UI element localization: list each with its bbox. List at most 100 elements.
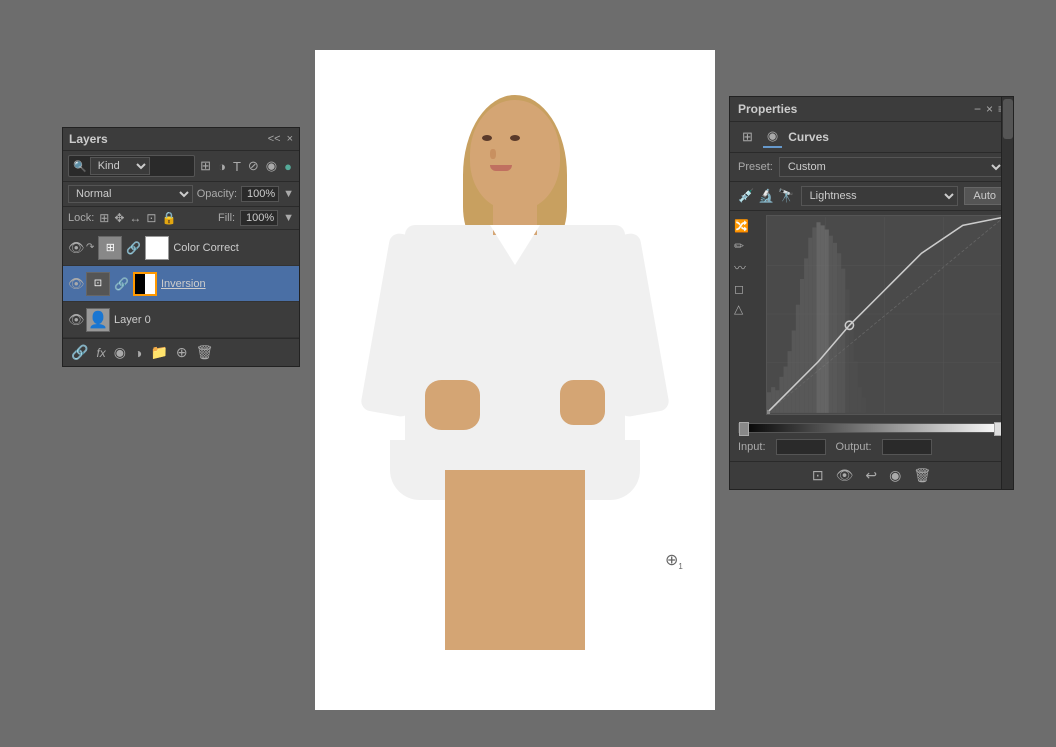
lock-icon-5[interactable]: 🔒 [161, 211, 176, 225]
input-value[interactable] [776, 439, 826, 455]
link-icon[interactable]: 🔗 [71, 344, 88, 361]
canvas-image[interactable]: ⊕1 [315, 50, 715, 710]
fill-input[interactable] [240, 210, 278, 226]
channel-tool-icons: 💉 🔬 🔭 [738, 188, 795, 204]
pixel-tab-icon[interactable]: ⊞ [738, 127, 757, 147]
reset-button[interactable]: ↩ [865, 467, 877, 484]
layers-panel-header: Layers << × [63, 128, 299, 151]
layer-icon-5[interactable]: ◉ [264, 157, 279, 175]
new-fill-layer-icon[interactable]: ◉ [114, 344, 126, 361]
output-slider-track[interactable] [738, 423, 1005, 433]
close-button[interactable]: × [986, 102, 993, 116]
eyedropper3-icon[interactable]: 🔭 [778, 188, 794, 204]
layers-list: 👁 ↷ ⊞ 🔗 Color Correct 👁 ⊡ 🔗 Inversion 👁 … [63, 230, 299, 338]
fx-icon[interactable]: fx [96, 346, 105, 360]
layer-icon-3[interactable]: T [231, 158, 243, 175]
new-layer-icon[interactable]: ⊕ [176, 344, 188, 361]
curves-svg [767, 216, 1004, 414]
scrollbar-handle[interactable] [1003, 99, 1013, 139]
eyedropper-icon[interactable]: 💉 [738, 188, 754, 204]
layer-image-thumb [133, 272, 157, 296]
layer-item[interactable]: 👁 👤 Layer 0 [63, 302, 299, 338]
layer-image-thumb: 👤 [86, 308, 110, 332]
adjustment-layer-icon[interactable]: ◑ [134, 345, 142, 361]
delete-adjustment-button[interactable]: 🗑 [913, 467, 931, 484]
lock-icon-3[interactable]: ↔ [129, 211, 141, 225]
io-row: Input: Output: [730, 437, 1013, 461]
curves-graph-area[interactable] [766, 215, 1005, 415]
layer-icon-2[interactable]: ◑ [216, 158, 228, 175]
layer-item[interactable]: 👁 ↷ ⊞ 🔗 Color Correct [63, 230, 299, 266]
visibility-icon[interactable]: 👁 [68, 276, 82, 292]
layers-header-icons: << × [268, 133, 293, 145]
minimize-button[interactable]: − [974, 102, 981, 116]
layer-icon-4[interactable]: ⊘ [246, 157, 261, 175]
layer-chain-icon[interactable]: 🔗 [126, 241, 141, 255]
lock-icon-2[interactable]: ✥ [114, 211, 124, 225]
layer-icon-6[interactable]: ● [282, 158, 294, 175]
eye-loop-button[interactable]: 👁 [836, 467, 854, 484]
channel-dropdown[interactable]: Lightness RGB Red Green Blue [801, 186, 959, 206]
left-hand [425, 380, 480, 430]
adjustment-tab-icon[interactable]: ◉ [763, 126, 782, 148]
lock-fill-row: Lock: ⊞ ✥ ↔ ⊡ 🔒 Fill: ▼ [63, 207, 299, 230]
input-label: Input: [738, 441, 766, 453]
curves-tool-5[interactable]: △ [734, 302, 749, 316]
visibility-icon[interactable]: 👁 [68, 240, 82, 256]
layer-item[interactable]: 👁 ⊡ 🔗 Inversion [63, 266, 299, 302]
eyedropper2-icon[interactable]: 🔬 [758, 188, 774, 204]
properties-header: Properties − × ≡ [730, 97, 1013, 122]
lock-icon-4[interactable]: ⊡ [146, 211, 156, 225]
visibility-toggle-button[interactable]: ◉ [889, 467, 901, 484]
kind-toolbar: 🔍 Kind ⊞ ◑ T ⊘ ◉ ● [63, 151, 299, 182]
auto-button[interactable]: Auto [964, 187, 1005, 205]
preset-dropdown[interactable]: Custom [779, 157, 1005, 177]
properties-scrollbar[interactable] [1001, 97, 1013, 489]
close-button[interactable]: × [287, 133, 293, 145]
curves-left-tools: 🔀 ✏ 〰 ◻ △ [734, 215, 749, 316]
layers-panel-footer: 🔗 fx ◉ ◑ 📁 ⊕ 🗑 [63, 338, 299, 366]
curves-tool-2[interactable]: ✏ [734, 239, 749, 253]
properties-tabs: ⊞ ◉ Curves [730, 122, 1013, 153]
opacity-input[interactable] [241, 186, 279, 202]
preset-row: Preset: Custom [730, 153, 1013, 182]
right-hand [560, 380, 605, 425]
curves-slider-row [730, 419, 1013, 437]
crosshair-cursor: ⊕1 [665, 550, 683, 571]
lock-label: Lock: [68, 212, 94, 224]
slider-handle-left[interactable] [739, 422, 749, 436]
opacity-row: Opacity: ▼ [197, 186, 294, 202]
properties-footer: ⊡ 👁 ↩ ◉ 🗑 [730, 461, 1013, 489]
channel-row: 💉 🔬 🔭 Lightness RGB Red Green Blue Auto [730, 182, 1013, 211]
layer-adjustment-thumb: ⊡ [86, 272, 110, 296]
layers-panel: Layers << × 🔍 Kind ⊞ ◑ T ⊘ ◉ ● Normal Op… [62, 127, 300, 367]
properties-title: Properties [738, 102, 797, 116]
layer-mask-thumb [145, 236, 169, 260]
curves-label: Curves [788, 130, 829, 144]
layer-arrow-icon: ↷ [86, 242, 94, 253]
delete-layer-icon[interactable]: 🗑 [196, 344, 214, 361]
layer-adjustment-thumb: ⊞ [98, 236, 122, 260]
legs [445, 470, 585, 650]
curves-tool-3[interactable]: 〰 [734, 259, 749, 276]
opacity-chevron[interactable]: ▼ [283, 188, 294, 200]
lock-icon-1[interactable]: ⊞ [99, 211, 109, 225]
fill-chevron[interactable]: ▼ [283, 212, 294, 224]
output-label: Output: [836, 441, 872, 453]
face-features [482, 135, 520, 171]
curves-tool-1[interactable]: 🔀 [734, 219, 749, 233]
group-layer-icon[interactable]: 📁 [150, 344, 167, 361]
kind-dropdown[interactable]: Kind [90, 157, 150, 175]
layer-name: Color Correct [173, 242, 294, 254]
curves-tool-4[interactable]: ◻ [734, 282, 749, 296]
collapse-button[interactable]: << [268, 133, 281, 145]
output-value[interactable] [882, 439, 932, 455]
visibility-icon[interactable]: 👁 [68, 312, 82, 328]
layer-icon-1[interactable]: ⊞ [198, 157, 213, 175]
mask-button[interactable]: ⊡ [812, 467, 824, 484]
curves-container: 🔀 ✏ 〰 ◻ △ [730, 215, 1013, 415]
layer-chain-icon[interactable]: 🔗 [114, 277, 129, 291]
preset-label: Preset: [738, 161, 773, 173]
blend-mode-dropdown[interactable]: Normal [68, 185, 193, 203]
canvas-area: ⊕1 [315, 50, 715, 710]
